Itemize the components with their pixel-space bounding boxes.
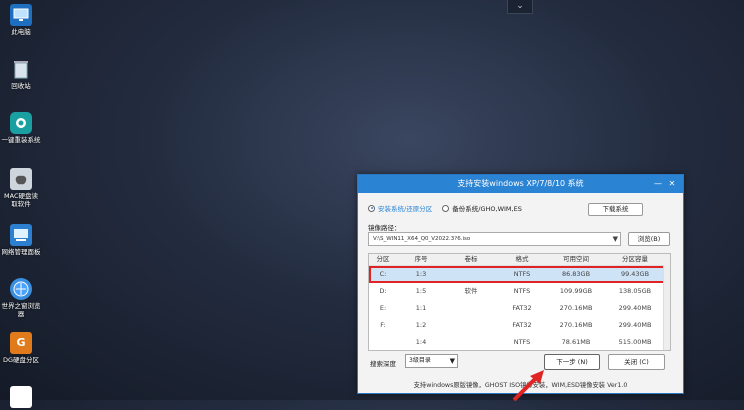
- recycle-bin-icon: [10, 58, 32, 80]
- table-cell: [445, 300, 497, 317]
- next-button[interactable]: 下一步 (N): [544, 354, 600, 370]
- download-system-button[interactable]: 下载系统: [588, 203, 643, 216]
- dialog-title: 支持安装windows XP/7/8/10 系统: [457, 179, 584, 188]
- desktop-icon-label: 回收站: [11, 82, 31, 90]
- table-cell: NTFS: [513, 338, 531, 346]
- search-depth-select[interactable]: 3级目录 ▼: [405, 354, 458, 368]
- table-cell: FAT32: [512, 321, 532, 329]
- desktop-icon-dg[interactable]: G DG硬盘分区: [0, 332, 42, 364]
- radio-install-system[interactable]: 安装系统/还原分区: [368, 203, 432, 213]
- desktop-icon-label: 网络管理面板: [1, 248, 41, 256]
- table-cell: 1:2: [415, 321, 427, 329]
- table-cell: 99.43GB: [620, 270, 650, 278]
- table-row[interactable]: E: 1:1 FAT32 270.16MB 299.40MB: [369, 300, 670, 317]
- table-row[interactable]: 1:4 NTFS 78.61MB 515.00MB: [369, 334, 670, 351]
- radio-dot-icon: [368, 204, 375, 212]
- table-cell: E:: [379, 304, 387, 312]
- desktop-icon-partial[interactable]: [0, 386, 42, 410]
- table-row[interactable]: F: 1:2 FAT32 270.16MB 299.40MB: [369, 317, 670, 334]
- radio-backup-label: 备份系统/GHO,WIM,ES: [452, 205, 522, 213]
- table-row[interactable]: C: 1:3 NTFS 86.83GB 99.43GB: [369, 266, 670, 283]
- dg-icon: G: [10, 332, 32, 354]
- radio-install-label: 安装系统/还原分区: [378, 205, 433, 213]
- table-cell: [369, 334, 397, 351]
- partition-table: 分区 序号 卷标 格式 可用空间 分区容量 C: 1:3 NTFS 86.83G…: [368, 253, 671, 351]
- desktop-icon-this-pc[interactable]: 此电脑: [0, 4, 42, 36]
- top-chevron-button[interactable]: ⌄: [507, 0, 533, 14]
- table-cell: 1:5: [415, 287, 427, 295]
- search-depth-label: 搜索深度: [370, 360, 396, 368]
- table-cell: 270.16MB: [559, 321, 593, 329]
- desktop-icon-reinstall[interactable]: 一键重装系统: [0, 112, 42, 144]
- column-header: 分区容量: [622, 255, 648, 263]
- chevron-down-icon: ▼: [612, 235, 618, 243]
- desktop-icon-label: MAC硬盘读 取软件: [4, 192, 38, 208]
- table-cell: D:: [379, 287, 387, 295]
- reinstall-icon: [10, 112, 32, 134]
- browser-icon: [10, 278, 32, 300]
- image-path-value: V:\S_WIN11_X64_Q0_V2022.3?6.iso: [373, 236, 471, 242]
- table-cell: 1:3: [415, 270, 427, 278]
- desktop-icon-label: DG硬盘分区: [2, 356, 40, 364]
- table-cell: 299.40MB: [618, 321, 652, 329]
- red-arrow-annotation: [512, 370, 544, 402]
- table-cell: [445, 317, 497, 334]
- table-cell: 1:1: [415, 304, 427, 312]
- column-header: 分区: [376, 255, 390, 263]
- table-cell: 299.40MB: [618, 304, 652, 312]
- table-cell: 软件: [464, 287, 478, 295]
- table-cell: NTFS: [513, 270, 531, 278]
- table-cell: 270.16MB: [559, 304, 593, 312]
- desktop-icon-label: 世界之窗浏览 器: [1, 302, 41, 318]
- table-cell: [445, 334, 497, 351]
- network-icon: [10, 224, 32, 246]
- column-header: 可用空间: [563, 255, 589, 263]
- close-button[interactable]: 关闭 (C): [608, 354, 665, 370]
- chevron-down-icon: ▼: [449, 357, 455, 365]
- install-dialog: 支持安装windows XP/7/8/10 系统 — ✕ 安装系统/还原分区 备…: [357, 174, 684, 394]
- table-cell: NTFS: [513, 287, 531, 295]
- search-depth-value: 3级目录: [409, 357, 431, 364]
- desktop-icon-mac-reader[interactable]: MAC硬盘读 取软件: [0, 168, 42, 208]
- minimize-icon[interactable]: —: [651, 175, 665, 193]
- table-cell: C:: [379, 270, 387, 278]
- radio-backup-system[interactable]: 备份系统/GHO,WIM,ES: [442, 203, 522, 213]
- table-cell: F:: [380, 321, 386, 329]
- column-header: 卷标: [464, 255, 478, 263]
- column-header: 格式: [515, 255, 529, 263]
- table-cell: [445, 266, 497, 283]
- browse-button[interactable]: 浏览(B): [628, 232, 670, 246]
- table-cell: FAT32: [512, 304, 532, 312]
- table-cell: 109.99GB: [559, 287, 593, 295]
- desktop-icon-network[interactable]: 网络管理面板: [0, 224, 42, 256]
- column-header: 序号: [414, 255, 428, 263]
- table-cell: 515.00MB: [618, 338, 652, 346]
- table-header: 分区 序号 卷标 格式 可用空间 分区容量: [369, 254, 670, 266]
- table-scrollbar[interactable]: [663, 265, 670, 350]
- app-icon: [10, 386, 32, 408]
- desktop-icon-label: 一键重装系统: [1, 136, 41, 144]
- table-cell: 78.61MB: [561, 338, 591, 346]
- apple-icon: [10, 168, 32, 190]
- close-icon[interactable]: ✕: [665, 175, 679, 193]
- radio-dot-icon: [442, 204, 450, 212]
- table-row[interactable]: D: 1:5 软件 NTFS 109.99GB 138.05GB: [369, 283, 670, 300]
- desktop-icon-recycle-bin[interactable]: 回收站: [0, 58, 42, 90]
- table-cell: 86.83GB: [561, 270, 591, 278]
- table-cell: 138.05GB: [618, 287, 652, 295]
- table-cell: 1:4: [415, 338, 427, 346]
- image-path-select[interactable]: V:\S_WIN11_X64_Q0_V2022.3?6.iso ▼: [368, 232, 621, 246]
- computer-icon: [10, 4, 32, 26]
- dialog-titlebar: 支持安装windows XP/7/8/10 系统 — ✕: [358, 175, 683, 193]
- image-path-label: 镜像路径：: [368, 224, 401, 232]
- desktop-icon-label: 此电脑: [11, 28, 31, 36]
- desktop-icon-browser[interactable]: 世界之窗浏览 器: [0, 278, 42, 318]
